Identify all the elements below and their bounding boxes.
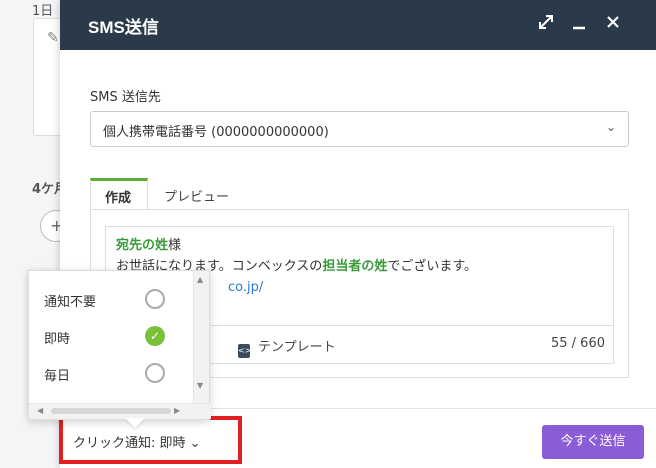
recipient-select[interactable]: 個人携帯電話番号 (0000000000000) ⌄ (90, 111, 629, 147)
message-link[interactable]: co.jp/ (228, 280, 263, 295)
scroll-right-icon[interactable]: ▶ (174, 406, 180, 415)
template-button[interactable]: <> テンプレート (238, 336, 336, 358)
modal-title: SMS送信 (88, 18, 159, 37)
radio-unchecked-icon[interactable] (145, 363, 165, 383)
notify-option-none[interactable]: 通知不要 (29, 281, 195, 317)
popup-pointer (125, 418, 145, 428)
char-count: 55 / 660 (551, 336, 605, 351)
recipient-value: 個人携帯電話番号 (0000000000000) (103, 125, 329, 140)
bg-date-label: 1日 (32, 4, 54, 19)
close-icon[interactable] (602, 13, 624, 35)
tab-compose[interactable]: 作成 (90, 178, 148, 210)
minimize-icon[interactable] (568, 13, 590, 35)
scroll-up-icon[interactable]: ▲ (197, 275, 203, 284)
editor-tabs: 作成 プレビュー (90, 178, 629, 210)
notify-option-daily[interactable]: 毎日 (29, 355, 195, 391)
recipient-label: SMS 送信先 (90, 90, 161, 105)
recipient-lastname-var: 宛先の姓 (116, 238, 169, 253)
scroll-thumb[interactable] (51, 408, 171, 414)
radio-checked-icon[interactable]: ✓ (145, 326, 165, 346)
modal-header: SMS送信 (60, 0, 656, 50)
click-notify-dropdown[interactable]: クリック通知: 即時 ⌄ (73, 432, 201, 451)
message-line-1: 宛先の姓様 (116, 238, 182, 253)
radio-unchecked-icon[interactable] (145, 289, 165, 309)
expand-icon[interactable] (535, 13, 557, 35)
staff-lastname-var: 担当者の姓 (322, 259, 388, 274)
pencil-icon: ✎ (47, 30, 59, 46)
template-icon: <> (238, 344, 251, 358)
scroll-down-icon[interactable]: ▼ (197, 381, 203, 390)
horizontal-scrollbar[interactable]: ◀ ▶ (29, 403, 211, 419)
scroll-left-icon[interactable]: ◀ (37, 406, 43, 415)
send-now-button[interactable]: 今すぐ送信 (542, 425, 644, 459)
notify-options-popup: 通知不要 即時 ✓ 毎日 ▲ ▼ ◀ ▶ (28, 270, 211, 420)
chevron-down-icon: ⌄ (605, 120, 616, 134)
vertical-scrollbar[interactable]: ▲ ▼ (193, 271, 209, 405)
notify-option-immediate[interactable]: 即時 ✓ (29, 318, 195, 354)
tab-preview[interactable]: プレビュー (150, 178, 243, 210)
